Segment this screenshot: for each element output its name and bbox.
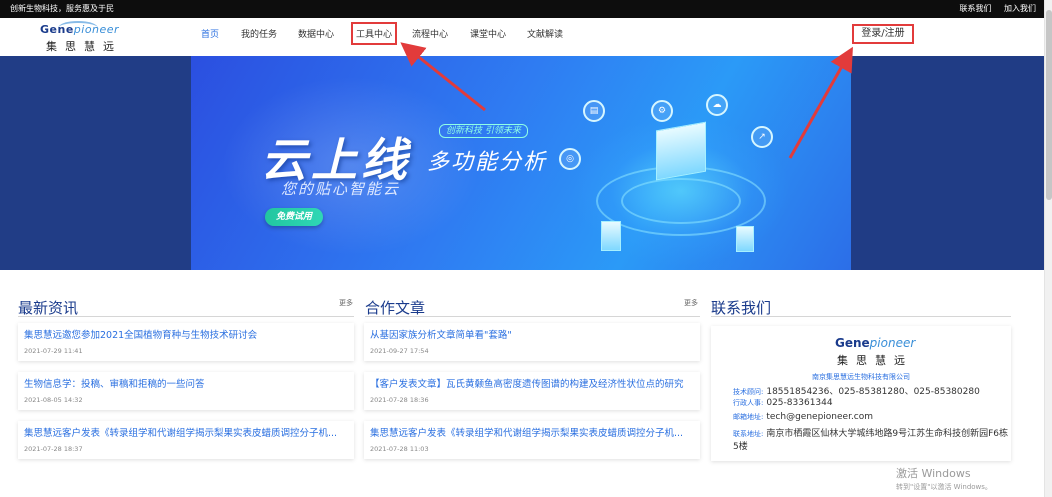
contact-logo-brand-a: Gene [835,336,870,350]
hero-banner: ▤ ⚙ ☁ ◎ ↗ 云上线 创新科技 引领未来 多功能分析 您的贴心智能云 免费… [0,56,1044,270]
nav-item-workflow-center[interactable]: 流程中心 [412,27,448,40]
logo[interactable]: Genepioneer 集思慧远 [40,21,130,55]
article-item-title[interactable]: 从基因家族分析文章简单看"套路" [370,327,694,341]
news-item[interactable]: 集思慧远客户发表《转录组学和代谢组学揭示梨果实表皮蜡质调控分子机... 2021… [18,421,354,459]
contact-row-tech: 技术顾问: 18551854236、025-85381280、025-853802… [733,384,980,397]
contact-key: 联系地址: [733,430,764,438]
nav-item-my-tasks[interactable]: 我的任务 [241,27,277,40]
contact-logo: Genepioneer 集思慧远 [835,336,925,368]
news-item-title[interactable]: 集思慧远客户发表《转录组学和代谢组学揭示梨果实表皮蜡质调控分子机... [24,425,348,439]
contact-key: 邮箱地址: [733,413,764,421]
hero-subheadline: 多功能分析 [427,150,548,175]
article-item[interactable]: 从基因家族分析文章简单看"套路" 2021-09-27 17:54 [364,323,700,361]
articles-title: 合作文章 [365,299,426,317]
nav-item-literature[interactable]: 文献解读 [527,27,563,40]
news-item-title[interactable]: 生物信息学：投稿、审稿和拒稿的一些问答 [24,376,348,390]
hero-pillar-left [601,221,621,251]
watermark-line1: 激活 Windows [896,467,971,480]
login-register-button[interactable]: 登录/注册 [852,24,914,44]
hero-right-side [851,56,1044,270]
company-name: 南京集思慧远生物科技有限公司 [812,373,910,381]
article-item[interactable]: 【客户发表文章】瓦氏黄颡鱼高密度遗传图谱的构建及经济性状位点的研究 2021-0… [364,372,700,410]
news-divider [18,316,354,317]
news-item[interactable]: 集思慧远邀您参加2021全国植物育种与生物技术研讨会 2021-07-29 11… [18,323,354,361]
slogan: 创新生物科技，服务惠及于民 [10,4,114,13]
contact-divider [711,316,1011,317]
article-item-date: 2021-07-28 11:03 [370,445,429,453]
news-item-date: 2021-08-05 14:32 [24,396,83,404]
news-title: 最新资讯 [18,299,79,317]
nav-item-class-center[interactable]: 课堂中心 [470,27,506,40]
hero-bitcoin-cube [656,121,706,181]
logo-swoosh-icon [58,21,98,35]
contact-row-email: 邮箱地址: tech@genepioneer.com [733,412,873,422]
contact-logo-brand-b: pioneer [869,336,916,350]
free-trial-button[interactable]: 免费试用 [265,208,323,226]
nav-item-data-center[interactable]: 数据中心 [298,27,334,40]
article-item-date: 2021-09-27 17:54 [370,347,429,355]
watermark-line2: 转到"设置"以激活 Windows。 [896,483,992,491]
scrollbar-thumb[interactable] [1046,10,1052,200]
contact-value: 5楼 [733,442,748,452]
contact-card: Genepioneer 集思慧远 南京集思慧远生物科技有限公司 技术顾问: 185… [711,326,1011,461]
header: Genepioneer 集思慧远 首页 我的任务 数据中心 工具中心 流程中心 … [0,18,1044,56]
contact-row-address: 联系地址: 南京市栖霞区仙林大学城纬地路9号江苏生命科技创新园F6栋 [733,426,1008,439]
hero-tag: 创新科技 引领未来 [439,124,528,138]
hero-trend-icon: ↗ [751,126,773,148]
contact-value: 南京市栖霞区仙林大学城纬地路9号江苏生命科技创新园F6栋 [766,429,1008,439]
news-item-date: 2021-07-28 18:37 [24,445,83,453]
contact-value: 025-83361344 [766,398,833,408]
contact-row-hr: 行政人事: 025-83361344 [733,398,833,408]
contact-logo-brand: Genepioneer [835,336,925,350]
hero-ring-inner [621,178,741,224]
hero-coin-icon: ◎ [559,148,581,170]
news-item-title[interactable]: 集思慧远邀您参加2021全国植物育种与生物技术研讨会 [24,327,348,341]
top-bar: 创新生物科技，服务惠及于民 联系我们 加入我们 [0,0,1044,18]
article-item-title[interactable]: 集思慧远客户发表《转录组学和代谢组学揭示梨果实表皮蜡质调控分子机... [370,425,694,439]
join-us-link[interactable]: 加入我们 [1004,4,1036,13]
page: 创新生物科技，服务惠及于民 联系我们 加入我们 Genepioneer 集思慧远… [0,0,1052,497]
hero-tagline: 您的贴心智能云 [281,180,401,198]
contact-value[interactable]: tech@genepioneer.com [766,412,873,422]
hero-cloud-icon: ☁ [706,94,728,116]
contact-title: 联系我们 [711,299,772,317]
contact-us-link[interactable]: 联系我们 [959,4,991,13]
article-item-date: 2021-07-28 18:36 [370,396,429,404]
hero-image[interactable]: ▤ ⚙ ☁ ◎ ↗ 云上线 创新科技 引领未来 多功能分析 您的贴心智能云 免费… [191,56,851,270]
article-item-title[interactable]: 【客户发表文章】瓦氏黄颡鱼高密度遗传图谱的构建及经济性状位点的研究 [370,376,694,390]
contact-logo-cn: 集思慧远 [837,354,913,367]
logo-brand: Genepioneer [40,21,130,36]
nav-item-home[interactable]: 首页 [201,27,219,40]
windows-activation-watermark: 激活 Windows 转到"设置"以激活 Windows。 [896,465,992,492]
articles-more-link[interactable]: 更多 [684,298,698,308]
hero-left-side [0,56,191,270]
news-more-link[interactable]: 更多 [339,298,353,308]
contact-key: 技术顾问: [733,388,764,396]
articles-divider [365,316,700,317]
news-item-date: 2021-07-29 11:41 [24,347,83,355]
hero-gear-icon: ⚙ [651,100,673,122]
page-scrollbar[interactable] [1044,0,1052,497]
contact-value: 18551854236、025-85381280、025-85380280 [766,387,980,397]
news-item[interactable]: 生物信息学：投稿、审稿和拒稿的一些问答 2021-08-05 14:32 [18,372,354,410]
hero-pillar-right [736,226,754,252]
nav-item-tool-center[interactable]: 工具中心 [350,22,398,45]
top-links: 联系我们 加入我们 [949,0,1036,18]
hero-chart-icon: ▤ [583,100,605,122]
contact-key: 行政人事: [733,399,764,407]
logo-cn: 集思慧远 [46,40,122,53]
article-item[interactable]: 集思慧远客户发表《转录组学和代谢组学揭示梨果实表皮蜡质调控分子机... 2021… [364,421,700,459]
contact-row-address-cont: 5楼 [733,439,748,452]
